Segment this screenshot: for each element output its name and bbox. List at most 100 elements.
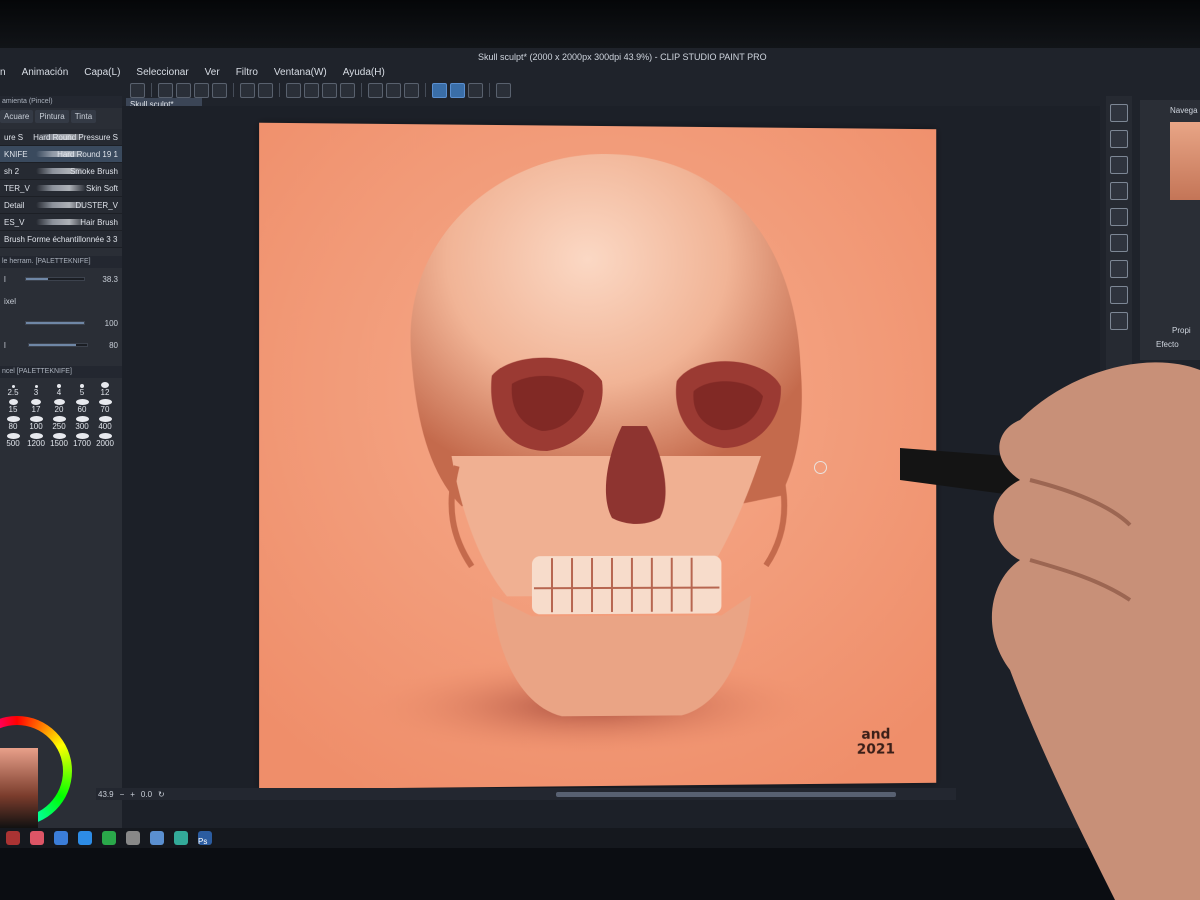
size-cell[interactable]: 70 <box>94 399 116 414</box>
zoom-icon[interactable] <box>78 831 92 845</box>
size-cell[interactable]: 5 <box>71 382 93 397</box>
zoom-out-icon[interactable]: − <box>120 790 125 799</box>
transform-icon[interactable] <box>368 82 383 98</box>
app-icon[interactable] <box>6 831 20 845</box>
layer-icon[interactable] <box>386 82 401 98</box>
size-cell[interactable]: 300 <box>71 416 93 431</box>
artwork-canvas[interactable]: and 2021 <box>259 122 937 790</box>
tab-ink[interactable]: Tinta <box>70 110 97 123</box>
size-cell[interactable]: 1500 <box>48 433 70 448</box>
camera-icon[interactable] <box>1110 312 1128 330</box>
opacity-slider[interactable] <box>25 321 86 325</box>
navigator-label[interactable]: Navega <box>1170 106 1198 115</box>
color-saturation-square[interactable] <box>0 748 38 828</box>
size-cell[interactable]: 1200 <box>25 433 47 448</box>
menu-item-layer[interactable]: Capa(L) <box>84 67 120 78</box>
property-row[interactable]: 100 <box>0 312 122 334</box>
brush-item[interactable]: Detail DUSTER_V <box>0 197 122 214</box>
property-label: l <box>4 340 6 350</box>
layer-icon[interactable] <box>1110 130 1128 148</box>
menu-item-filter[interactable]: Filtro <box>236 67 258 78</box>
settings-icon[interactable] <box>126 831 140 845</box>
clip-studio-icon[interactable] <box>130 82 145 98</box>
size-cell[interactable]: 2000 <box>94 433 116 448</box>
redo-icon[interactable] <box>258 82 273 98</box>
whatsapp-icon[interactable] <box>102 831 116 845</box>
delete-icon[interactable] <box>1110 182 1128 200</box>
rotate-icon[interactable]: ↻ <box>158 790 165 799</box>
browser-icon[interactable] <box>30 831 44 845</box>
size-cell[interactable]: 400 <box>94 416 116 431</box>
brush-item[interactable]: KNIFE Hard Round 19 1 <box>0 146 122 163</box>
toolbar-divider <box>151 83 152 97</box>
pen-stabilizer-icon[interactable] <box>432 82 447 98</box>
save-icon[interactable] <box>194 82 209 98</box>
brush-label: KNIFE <box>4 149 28 159</box>
ruler-icon[interactable] <box>468 82 483 98</box>
menu-item-select[interactable]: Seleccionar <box>136 67 188 78</box>
brush-item[interactable]: ES_V Hair Brush <box>0 214 122 231</box>
brush-item[interactable]: sh 2 Smoke Brush <box>0 163 122 180</box>
brush-item[interactable]: ure S Hard Round Pressure S <box>0 129 122 146</box>
tab-watercolor[interactable]: Acuare <box>0 110 34 123</box>
menu-item-animation[interactable]: Animación <box>22 67 69 78</box>
photoshop-icon[interactable]: Ps <box>198 831 212 846</box>
size-cell[interactable]: 250 <box>48 416 70 431</box>
size-cell[interactable]: 80 <box>2 416 24 431</box>
subtool-tabs: Acuare Pintura Tinta <box>0 108 122 125</box>
menu-item-view[interactable]: Ver <box>205 67 220 78</box>
tab-paint[interactable]: Pintura <box>35 110 69 123</box>
size-cell[interactable]: 3 <box>25 382 47 397</box>
brush-label: TER_V <box>4 183 30 193</box>
zoom-value[interactable]: 43.9 <box>98 790 114 799</box>
zoom-in-icon[interactable]: + <box>130 790 135 799</box>
undo-icon[interactable] <box>240 82 255 98</box>
pen-pressure-icon[interactable] <box>450 82 465 98</box>
menu-item-help[interactable]: Ayuda(H) <box>343 67 385 78</box>
size-cell[interactable]: 2.5 <box>2 382 24 397</box>
mask-icon[interactable] <box>404 82 419 98</box>
help-icon[interactable] <box>496 82 511 98</box>
loading-icon[interactable] <box>286 82 301 98</box>
save-icon[interactable] <box>1110 286 1128 304</box>
size-cell[interactable]: 17 <box>25 399 47 414</box>
chrome-icon[interactable] <box>174 831 188 845</box>
size-cell[interactable]: 12 <box>94 382 116 397</box>
clear-icon[interactable] <box>304 82 319 98</box>
size-cell[interactable]: 500 <box>2 433 24 448</box>
brush-size-slider[interactable] <box>25 277 86 281</box>
new-file-icon[interactable] <box>158 82 173 98</box>
clip-studio-icon[interactable] <box>150 831 164 845</box>
size-cell[interactable]: 15 <box>2 399 24 414</box>
fill-icon[interactable] <box>322 82 337 98</box>
property-row[interactable]: ixel <box>0 290 122 312</box>
density-slider[interactable] <box>28 343 89 347</box>
open-file-icon[interactable] <box>176 82 191 98</box>
size-cell[interactable]: 20 <box>48 399 70 414</box>
window-title: Skull sculpt* (2000 x 2000px 300dpi 43.9… <box>478 52 767 62</box>
horizontal-scrollbar[interactable] <box>556 792 896 797</box>
size-cell[interactable]: 4 <box>48 382 70 397</box>
size-cell[interactable]: 60 <box>71 399 93 414</box>
reference-icon[interactable] <box>1110 260 1128 278</box>
menu-item-window-left[interactable]: n <box>0 67 6 78</box>
property-row[interactable]: l 80 <box>0 334 122 356</box>
navigator-thumbnail[interactable] <box>1170 122 1200 200</box>
crop-icon[interactable] <box>340 82 355 98</box>
brush-item[interactable]: TER_V Skin Soft <box>0 180 122 197</box>
brush-label: Hard Round Pressure S <box>33 132 118 142</box>
copy-icon[interactable] <box>1110 208 1128 226</box>
rotation-value[interactable]: 0.0 <box>141 790 152 799</box>
property-row[interactable]: l 38.3 <box>0 268 122 290</box>
artist-signature: and 2021 <box>857 727 895 758</box>
size-cell[interactable]: 1700 <box>71 433 93 448</box>
image-icon[interactable] <box>1110 234 1128 252</box>
dropbox-icon[interactable] <box>54 831 68 845</box>
export-icon[interactable] <box>212 82 227 98</box>
menu-item-window[interactable]: Ventana(W) <box>274 67 327 78</box>
size-cell[interactable]: 100 <box>25 416 47 431</box>
brush-item[interactable]: Brush Forme échantillonnée 3 3 <box>0 231 122 248</box>
search-icon[interactable] <box>1110 104 1128 122</box>
tool-panel-header: amienta (Pincel) <box>0 96 122 108</box>
folder-icon[interactable] <box>1110 156 1128 174</box>
